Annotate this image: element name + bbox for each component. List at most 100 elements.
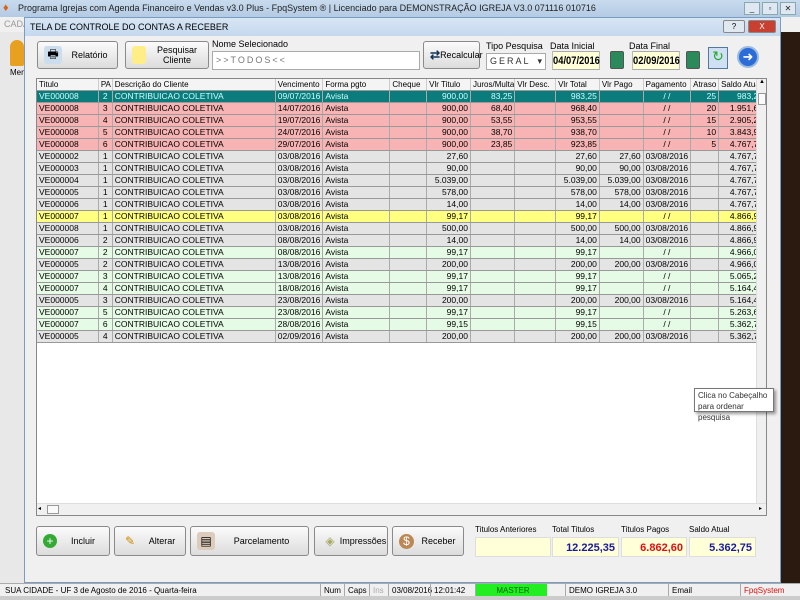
cell-vlr-total: 14,00: [555, 198, 600, 211]
minimize-button[interactable]: _: [744, 2, 760, 15]
cell-vlr-titulo: 578,00: [426, 186, 471, 199]
refresh-icon[interactable]: ↻: [708, 47, 728, 69]
cell-forma-pgto: Avista: [322, 270, 391, 283]
table-row[interactable]: VE000008 6 CONTRIBUICAO COLETIVA 29/07/2016…: [37, 138, 766, 151]
hscroll-thumb[interactable]: [47, 505, 59, 514]
relatorio-button[interactable]: 🖶 Relatório: [37, 41, 118, 69]
table-row[interactable]: VE000008 4 CONTRIBUICAO COLETIVA 19/07/2016…: [37, 114, 766, 127]
table-row[interactable]: VE000008 5 CONTRIBUICAO COLETIVA 24/07/2016…: [37, 126, 766, 139]
scroll-left-icon[interactable]: ◂: [38, 505, 41, 512]
table-row[interactable]: VE000006 2 CONTRIBUICAO COLETIVA 08/08/2016…: [37, 234, 766, 247]
column-header[interactable]: Vlr Total: [555, 79, 600, 91]
cell-atraso: [690, 186, 720, 199]
table-row[interactable]: VE000003 1 CONTRIBUICAO COLETIVA 03/08/2016…: [37, 162, 766, 175]
titulos-pagos-label: Titulos Pagos: [621, 525, 670, 534]
cell-vencimento: 02/09/2016: [275, 330, 324, 343]
table-row[interactable]: VE000005 4 CONTRIBUICAO COLETIVA 02/09/2016…: [37, 330, 766, 343]
column-header[interactable]: Juros/Multa: [470, 79, 516, 91]
recalcular-button[interactable]: ⇄ Recalcular: [423, 41, 483, 69]
nome-selecionado-input[interactable]: >>TODOS<<: [212, 51, 420, 70]
user-icon[interactable]: [10, 40, 24, 66]
alterar-button[interactable]: ✎ Alterar: [114, 526, 186, 556]
table-row[interactable]: VE000008 3 CONTRIBUICAO COLETIVA 14/07/2016…: [37, 102, 766, 115]
cell-cheque: [389, 270, 428, 283]
cell-vencimento: 13/08/2016: [275, 270, 324, 283]
column-header[interactable]: Vlr Desc.: [514, 79, 557, 91]
scroll-thumb[interactable]: [758, 93, 766, 105]
column-header[interactable]: Pagamento: [643, 79, 692, 91]
table-row[interactable]: VE000002 1 CONTRIBUICAO COLETIVA 03/08/2016…: [37, 150, 766, 163]
maximize-button[interactable]: ▫: [762, 2, 778, 15]
cell-vlr-total: 968,40: [555, 102, 600, 115]
column-header[interactable]: Atraso: [690, 79, 720, 91]
cell-cheque: [389, 102, 428, 115]
impressoes-button[interactable]: ◈ Impressões: [314, 526, 388, 556]
column-header[interactable]: Titulo: [37, 79, 99, 91]
left-toolbar: Men: [0, 32, 26, 583]
cell-vlr-titulo: 200,00: [426, 294, 471, 307]
cell-vlr-titulo: 900,00: [426, 138, 471, 151]
cell-descri-o-do-cliente: CONTRIBUICAO COLETIVA: [112, 174, 276, 187]
vertical-scrollbar[interactable]: ▲: [756, 79, 766, 504]
column-header[interactable]: Vencimento: [275, 79, 324, 91]
column-header[interactable]: Descrição do Cliente: [112, 79, 276, 91]
close-dialog-button[interactable]: X: [748, 20, 776, 33]
cell-pagamento: 03/08/2016: [643, 150, 692, 163]
table-row[interactable]: VE000005 3 CONTRIBUICAO COLETIVA 23/08/2016…: [37, 294, 766, 307]
help-button[interactable]: ?: [723, 20, 745, 33]
table-row[interactable]: VE000006 1 CONTRIBUICAO COLETIVA 03/08/2016…: [37, 198, 766, 211]
column-header[interactable]: Vlr Titulo: [426, 79, 471, 91]
cell-vlr-titulo: 200,00: [426, 258, 471, 271]
scroll-up-icon[interactable]: ▲: [759, 79, 765, 85]
column-header[interactable]: Cheque: [389, 79, 428, 91]
receber-button[interactable]: $ Receber: [392, 526, 464, 556]
cell-juros-multa: 83,25: [470, 90, 516, 103]
calendar-icon[interactable]: [610, 51, 624, 69]
cell-vlr-total: 90,00: [555, 162, 600, 175]
cell-pa: 5: [98, 306, 113, 319]
cell-atraso: 10: [690, 126, 720, 139]
cell-vlr-titulo: 99,17: [426, 246, 471, 259]
table-row[interactable]: VE000007 1 CONTRIBUICAO COLETIVA 03/08/2016…: [37, 210, 766, 223]
horizontal-scrollbar[interactable]: ◂ ▸: [37, 503, 766, 515]
data-final-input[interactable]: 02/09/2016: [632, 51, 680, 70]
cell-vlr-desc-: [514, 270, 557, 283]
cell-descri-o-do-cliente: CONTRIBUICAO COLETIVA: [112, 126, 276, 139]
table-row[interactable]: VE000007 6 CONTRIBUICAO COLETIVA 28/08/2016…: [37, 318, 766, 331]
table-row[interactable]: VE000007 2 CONTRIBUICAO COLETIVA 08/08/2016…: [37, 246, 766, 259]
cell-titulo: VE000005: [37, 186, 99, 199]
column-header[interactable]: Forma pgto: [322, 79, 391, 91]
table-row[interactable]: VE000007 5 CONTRIBUICAO COLETIVA 23/08/2016…: [37, 306, 766, 319]
cell-cheque: [389, 306, 428, 319]
cell-pa: 1: [98, 174, 113, 187]
cell-cheque: [389, 114, 428, 127]
pesquisar-cliente-button[interactable]: Pesquisar Cliente: [125, 41, 209, 69]
cell-forma-pgto: Avista: [322, 306, 391, 319]
table-row[interactable]: VE000005 2 CONTRIBUICAO COLETIVA 13/08/2016…: [37, 258, 766, 271]
parcelamento-label: Parcelamento: [233, 536, 290, 546]
cell-vlr-pago: 578,00: [599, 186, 644, 199]
cell-atraso: [690, 162, 720, 175]
close-app-button[interactable]: ✕: [780, 2, 796, 15]
cell-vlr-total: 200,00: [555, 330, 600, 343]
scroll-right-icon[interactable]: ▸: [759, 505, 762, 512]
calendar-icon[interactable]: [686, 51, 700, 69]
cell-vlr-desc-: [514, 318, 557, 331]
table-row[interactable]: VE000008 1 CONTRIBUICAO COLETIVA 03/08/2016…: [37, 222, 766, 235]
table-row[interactable]: VE000007 3 CONTRIBUICAO COLETIVA 13/08/2016…: [37, 270, 766, 283]
incluir-button[interactable]: + Incluir: [36, 526, 110, 556]
table-row[interactable]: VE000007 4 CONTRIBUICAO COLETIVA 18/08/2016…: [37, 282, 766, 295]
cell-juros-multa: 68,40: [470, 102, 516, 115]
tipo-pesquisa-select[interactable]: GERAL ▾: [486, 53, 546, 70]
cell-cheque: [389, 162, 428, 175]
table-row[interactable]: VE000005 1 CONTRIBUICAO COLETIVA 03/08/2016…: [37, 186, 766, 199]
data-inicial-input[interactable]: 04/07/2016: [552, 51, 600, 70]
table-row[interactable]: VE000008 2 CONTRIBUICAO COLETIVA 09/07/2016…: [37, 90, 766, 103]
table-row[interactable]: VE000004 1 CONTRIBUICAO COLETIVA 03/08/2016…: [37, 174, 766, 187]
parcelamento-button[interactable]: ▤ Parcelamento: [190, 526, 309, 556]
arrow-right-icon[interactable]: ➜: [737, 46, 759, 68]
column-header[interactable]: PA: [98, 79, 113, 91]
cell-cheque: [389, 138, 428, 151]
cell-pa: 2: [98, 258, 113, 271]
column-header[interactable]: Vlr Pago: [599, 79, 644, 91]
